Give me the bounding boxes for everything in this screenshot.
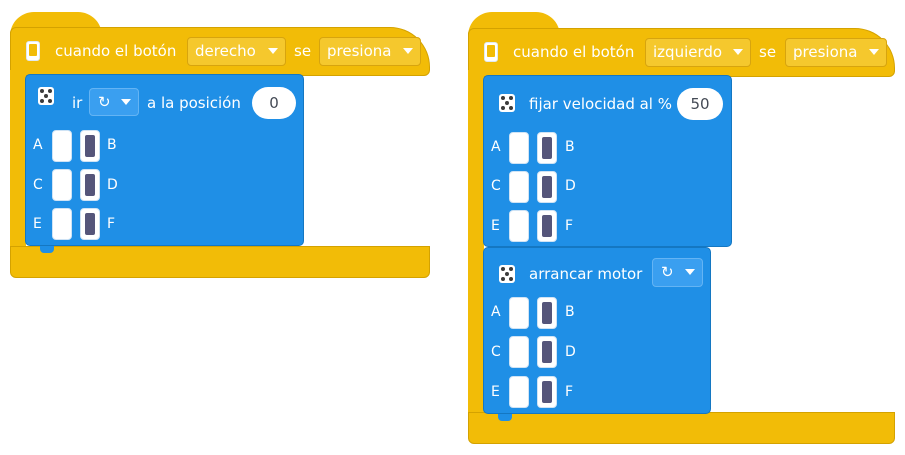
event-prefix-label: cuando el botón bbox=[513, 43, 635, 61]
port-d-toggle[interactable] bbox=[537, 171, 557, 203]
caret-down-icon bbox=[403, 48, 413, 54]
port-label: A bbox=[491, 139, 501, 155]
port-a-toggle[interactable] bbox=[509, 297, 529, 329]
port-e-toggle[interactable] bbox=[509, 376, 529, 408]
port-label: F bbox=[107, 216, 116, 232]
port-d-toggle[interactable] bbox=[537, 336, 557, 368]
event-mid-label: se bbox=[294, 42, 312, 60]
action-select-value: presiona bbox=[793, 43, 858, 61]
event-rail bbox=[468, 70, 484, 415]
set-speed-label: fijar velocidad al % bbox=[529, 95, 672, 113]
caret-down-icon bbox=[869, 49, 879, 55]
port-f-toggle[interactable] bbox=[537, 210, 557, 242]
event-mid-label: se bbox=[759, 43, 777, 61]
port-label: C bbox=[33, 177, 43, 193]
port-label: C bbox=[491, 344, 501, 360]
event-rail bbox=[10, 70, 26, 250]
block-notch bbox=[498, 414, 512, 421]
port-c-toggle[interactable] bbox=[509, 336, 529, 368]
port-label: C bbox=[491, 178, 501, 194]
caret-down-icon bbox=[733, 49, 743, 55]
port-label: A bbox=[491, 304, 501, 320]
port-f-toggle[interactable] bbox=[80, 208, 100, 240]
event-footer bbox=[10, 246, 430, 278]
button-select-dropdown[interactable]: derecho bbox=[187, 37, 286, 66]
action-select-dropdown[interactable]: presiona bbox=[785, 38, 887, 67]
port-label: F bbox=[565, 384, 574, 400]
motor-icon bbox=[499, 94, 515, 112]
action-select-value: presiona bbox=[327, 42, 392, 60]
motor-icon bbox=[38, 87, 54, 105]
port-label: B bbox=[565, 139, 575, 155]
port-label: D bbox=[565, 178, 576, 194]
port-a-toggle[interactable] bbox=[52, 130, 72, 162]
button-select-value: izquierdo bbox=[653, 43, 723, 61]
speed-input[interactable]: 50 bbox=[677, 88, 723, 120]
direction-dropdown[interactable]: ↻ bbox=[89, 88, 139, 116]
port-label: B bbox=[107, 137, 117, 153]
port-c-toggle[interactable] bbox=[52, 169, 72, 201]
port-b-toggle[interactable] bbox=[537, 297, 557, 329]
start-motor-label: arrancar motor bbox=[529, 265, 643, 283]
port-label: A bbox=[33, 137, 43, 153]
position-input[interactable]: 0 bbox=[252, 87, 296, 119]
port-e-toggle[interactable] bbox=[52, 208, 72, 240]
button-select-dropdown[interactable]: izquierdo bbox=[645, 38, 751, 67]
goto-label: ir bbox=[72, 94, 83, 112]
set-speed-block[interactable]: fijar velocidad al % 50 A B C D E F bbox=[483, 75, 732, 247]
port-b-toggle[interactable] bbox=[80, 130, 100, 162]
clockwise-rotation-icon: ↻ bbox=[661, 263, 674, 281]
action-select-dropdown[interactable]: presiona bbox=[319, 37, 421, 66]
event-footer bbox=[468, 412, 895, 444]
port-d-toggle[interactable] bbox=[80, 169, 100, 201]
motor-goto-position-block[interactable]: ir ↻ a la posición 0 A B C D E F bbox=[25, 74, 304, 246]
clockwise-rotation-icon: ↻ bbox=[98, 93, 111, 111]
position-label: a la posición bbox=[147, 94, 241, 112]
port-label: E bbox=[491, 218, 500, 234]
port-label: D bbox=[107, 177, 118, 193]
motor-icon bbox=[499, 265, 515, 283]
hub-icon bbox=[484, 42, 498, 62]
port-f-toggle[interactable] bbox=[537, 376, 557, 408]
port-b-toggle[interactable] bbox=[537, 132, 557, 164]
port-label: B bbox=[565, 304, 575, 320]
block-notch bbox=[40, 246, 54, 253]
port-c-toggle[interactable] bbox=[509, 171, 529, 203]
caret-down-icon bbox=[121, 99, 131, 105]
event-prefix-label: cuando el botón bbox=[55, 42, 177, 60]
port-label: E bbox=[33, 216, 42, 232]
port-label: D bbox=[565, 344, 576, 360]
port-label: E bbox=[491, 384, 500, 400]
port-a-toggle[interactable] bbox=[509, 132, 529, 164]
caret-down-icon bbox=[268, 48, 278, 54]
button-select-value: derecho bbox=[195, 42, 256, 60]
caret-down-icon bbox=[685, 269, 695, 275]
direction-dropdown[interactable]: ↻ bbox=[652, 258, 703, 287]
hub-icon bbox=[26, 41, 40, 61]
start-motor-block[interactable]: arrancar motor ↻ A B C D E F bbox=[483, 247, 711, 414]
port-e-toggle[interactable] bbox=[509, 210, 529, 242]
port-label: F bbox=[565, 218, 574, 234]
